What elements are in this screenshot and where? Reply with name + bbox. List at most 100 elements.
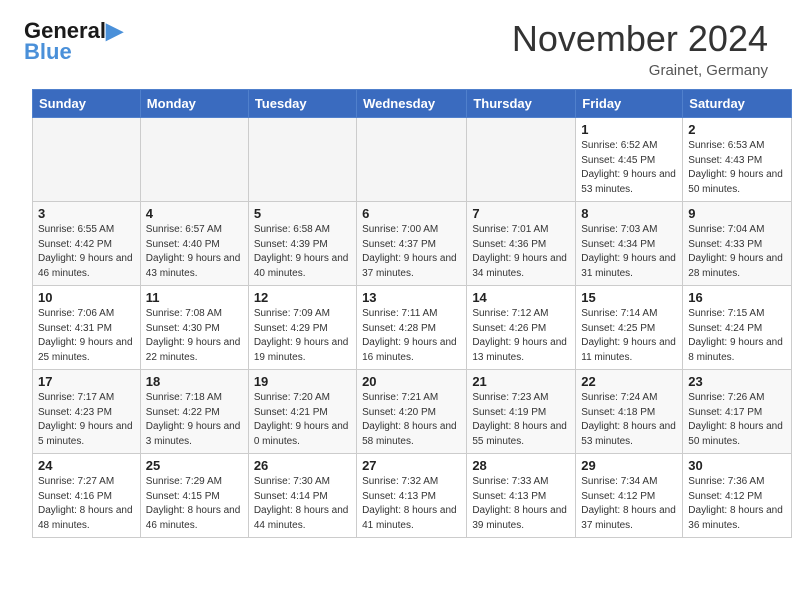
day-number: 23 [688,374,786,389]
day-info: Sunrise: 6:55 AM Sunset: 4:42 PM Dayligh… [38,223,135,281]
calendar-cell [357,118,467,202]
day-info: Sunrise: 7:03 AM Sunset: 4:34 PM Dayligh… [581,223,677,281]
day-number: 30 [688,458,786,473]
day-number: 7 [472,206,570,221]
calendar-cell [248,118,356,202]
day-number: 22 [581,374,677,389]
day-number: 5 [254,206,351,221]
day-number: 18 [146,374,243,389]
day-number: 1 [581,122,677,137]
day-number: 8 [581,206,677,221]
day-info: Sunrise: 7:29 AM Sunset: 4:15 PM Dayligh… [146,475,243,533]
day-info: Sunrise: 7:34 AM Sunset: 4:12 PM Dayligh… [581,475,677,533]
day-number: 9 [688,206,786,221]
day-info: Sunrise: 7:33 AM Sunset: 4:13 PM Dayligh… [472,475,570,533]
calendar-cell: 21 Sunrise: 7:23 AM Sunset: 4:19 PM Dayli… [467,370,576,454]
calendar-cell: 30Sunrise: 7:36 AM Sunset: 4:12 PM Dayli… [683,454,792,538]
weekday-header-monday: Monday [140,90,248,118]
day-info: Sunrise: 6:53 AM Sunset: 4:43 PM Dayligh… [688,139,786,197]
calendar-cell: 4 Sunrise: 6:57 AM Sunset: 4:40 PM Daylig… [140,202,248,286]
calendar-cell: 14Sunrise: 7:12 AM Sunset: 4:26 PM Dayli… [467,286,576,370]
calendar-cell: 6 Sunrise: 7:00 AM Sunset: 4:37 PM Daylig… [357,202,467,286]
day-info: Sunrise: 7:21 AM Sunset: 4:20 PM Dayligh… [362,391,461,449]
week-row-1: 1 Sunrise: 6:52 AM Sunset: 4:45 PM Daylig… [33,118,792,202]
day-number: 15 [581,290,677,305]
calendar-cell: 2 Sunrise: 6:53 AM Sunset: 4:43 PM Daylig… [683,118,792,202]
day-number: 12 [254,290,351,305]
weekday-header-friday: Friday [576,90,683,118]
week-row-2: 3 Sunrise: 6:55 AM Sunset: 4:42 PM Daylig… [33,202,792,286]
calendar-cell: 11Sunrise: 7:08 AM Sunset: 4:30 PM Dayli… [140,286,248,370]
weekday-header-tuesday: Tuesday [248,90,356,118]
week-row-4: 17Sunrise: 7:17 AM Sunset: 4:23 PM Dayli… [33,370,792,454]
calendar-cell: 15 Sunrise: 7:14 AM Sunset: 4:25 PM Dayli… [576,286,683,370]
calendar-cell: 12 Sunrise: 7:09 AM Sunset: 4:29 PM Dayli… [248,286,356,370]
day-info: Sunrise: 7:01 AM Sunset: 4:36 PM Dayligh… [472,223,570,281]
day-info: Sunrise: 7:04 AM Sunset: 4:33 PM Dayligh… [688,223,786,281]
day-number: 21 [472,374,570,389]
day-info: Sunrise: 7:30 AM Sunset: 4:14 PM Dayligh… [254,475,351,533]
day-info: Sunrise: 7:23 AM Sunset: 4:19 PM Dayligh… [472,391,570,449]
page-header: General▶ Blue November 2024 Grainet, Ger… [0,0,792,89]
day-number: 13 [362,290,461,305]
calendar-body: 1 Sunrise: 6:52 AM Sunset: 4:45 PM Daylig… [33,118,792,538]
day-info: Sunrise: 7:09 AM Sunset: 4:29 PM Dayligh… [254,307,351,365]
calendar-cell: 19Sunrise: 7:20 AM Sunset: 4:21 PM Dayli… [248,370,356,454]
day-info: Sunrise: 7:06 AM Sunset: 4:31 PM Dayligh… [38,307,135,365]
calendar-cell: 24 Sunrise: 7:27 AM Sunset: 4:16 PM Dayli… [33,454,141,538]
day-number: 3 [38,206,135,221]
day-number: 27 [362,458,461,473]
calendar-header-row: SundayMondayTuesdayWednesdayThursdayFrid… [33,90,792,118]
weekday-header-thursday: Thursday [467,90,576,118]
day-number: 20 [362,374,461,389]
day-info: Sunrise: 7:00 AM Sunset: 4:37 PM Dayligh… [362,223,461,281]
day-number: 4 [146,206,243,221]
day-info: Sunrise: 7:14 AM Sunset: 4:25 PM Dayligh… [581,307,677,365]
weekday-header-saturday: Saturday [683,90,792,118]
logo-text: General▶ Blue [24,18,123,65]
calendar-cell: 28Sunrise: 7:33 AM Sunset: 4:13 PM Dayli… [467,454,576,538]
day-number: 25 [146,458,243,473]
calendar-cell [33,118,141,202]
day-info: Sunrise: 7:11 AM Sunset: 4:28 PM Dayligh… [362,307,461,365]
week-row-3: 10 Sunrise: 7:06 AM Sunset: 4:31 PM Dayli… [33,286,792,370]
day-info: Sunrise: 7:17 AM Sunset: 4:23 PM Dayligh… [38,391,135,449]
day-info: Sunrise: 6:57 AM Sunset: 4:40 PM Dayligh… [146,223,243,281]
calendar-cell: 3 Sunrise: 6:55 AM Sunset: 4:42 PM Daylig… [33,202,141,286]
calendar-cell: 10 Sunrise: 7:06 AM Sunset: 4:31 PM Dayli… [33,286,141,370]
day-info: Sunrise: 7:27 AM Sunset: 4:16 PM Dayligh… [38,475,135,533]
calendar-cell: 27 Sunrise: 7:32 AM Sunset: 4:13 PM Dayli… [357,454,467,538]
calendar-cell: 16Sunrise: 7:15 AM Sunset: 4:24 PM Dayli… [683,286,792,370]
calendar-cell: 17Sunrise: 7:17 AM Sunset: 4:23 PM Dayli… [33,370,141,454]
calendar-cell: 9 Sunrise: 7:04 AM Sunset: 4:33 PM Daylig… [683,202,792,286]
day-info: Sunrise: 6:58 AM Sunset: 4:39 PM Dayligh… [254,223,351,281]
day-number: 26 [254,458,351,473]
calendar-cell: 7 Sunrise: 7:01 AM Sunset: 4:36 PM Daylig… [467,202,576,286]
month-title: November 2024 [512,18,768,60]
day-number: 2 [688,122,786,137]
day-info: Sunrise: 7:18 AM Sunset: 4:22 PM Dayligh… [146,391,243,449]
day-info: Sunrise: 7:15 AM Sunset: 4:24 PM Dayligh… [688,307,786,365]
day-number: 24 [38,458,135,473]
calendar-cell: 1 Sunrise: 6:52 AM Sunset: 4:45 PM Daylig… [576,118,683,202]
day-info: Sunrise: 6:52 AM Sunset: 4:45 PM Dayligh… [581,139,677,197]
calendar-cell: 22Sunrise: 7:24 AM Sunset: 4:18 PM Dayli… [576,370,683,454]
day-number: 29 [581,458,677,473]
location: Grainet, Germany [512,62,768,79]
calendar-cell: 13 Sunrise: 7:11 AM Sunset: 4:28 PM Dayli… [357,286,467,370]
day-info: Sunrise: 7:32 AM Sunset: 4:13 PM Dayligh… [362,475,461,533]
day-info: Sunrise: 7:12 AM Sunset: 4:26 PM Dayligh… [472,307,570,365]
calendar-cell [140,118,248,202]
title-block: November 2024 Grainet, Germany [512,18,768,79]
calendar-cell: 25 Sunrise: 7:29 AM Sunset: 4:15 PM Dayli… [140,454,248,538]
weekday-header-wednesday: Wednesday [357,90,467,118]
calendar-cell: 8 Sunrise: 7:03 AM Sunset: 4:34 PM Daylig… [576,202,683,286]
logo: General▶ Blue [24,18,123,65]
day-info: Sunrise: 7:08 AM Sunset: 4:30 PM Dayligh… [146,307,243,365]
calendar-cell: 20 Sunrise: 7:21 AM Sunset: 4:20 PM Dayli… [357,370,467,454]
calendar-cell: 23Sunrise: 7:26 AM Sunset: 4:17 PM Dayli… [683,370,792,454]
week-row-5: 24 Sunrise: 7:27 AM Sunset: 4:16 PM Dayli… [33,454,792,538]
day-info: Sunrise: 7:20 AM Sunset: 4:21 PM Dayligh… [254,391,351,449]
day-number: 10 [38,290,135,305]
day-number: 6 [362,206,461,221]
